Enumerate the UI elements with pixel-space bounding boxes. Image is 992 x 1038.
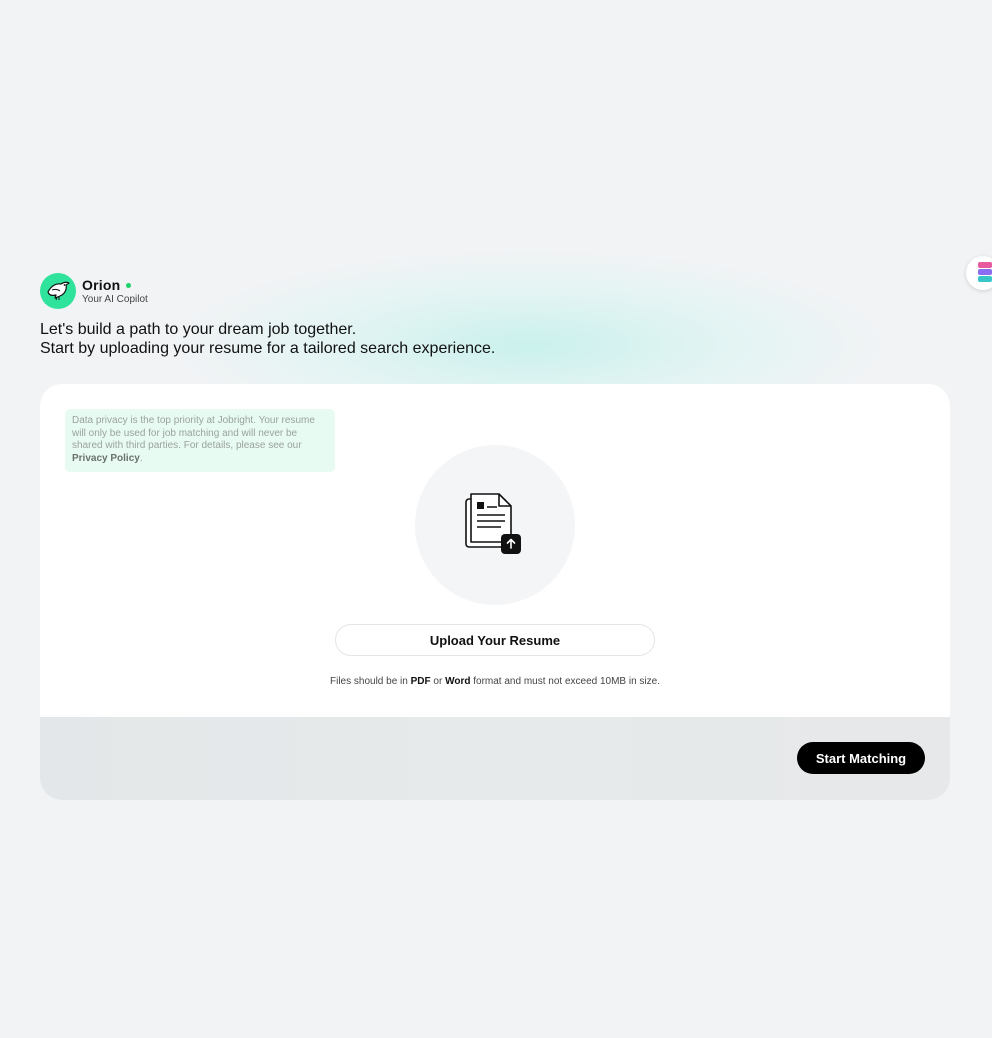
bird-logo-icon	[43, 274, 73, 309]
privacy-text: Data privacy is the top priority at Jobr…	[72, 415, 315, 451]
online-status-dot	[126, 282, 132, 288]
upload-card: Data privacy is the top priority at Jobr…	[40, 384, 950, 800]
card-footer: Start Matching	[40, 717, 950, 800]
intro-line-2: Start by uploading your resume for a tai…	[40, 340, 496, 357]
assistant-name: Orion	[82, 277, 121, 293]
privacy-policy-link[interactable]: Privacy Policy	[72, 453, 140, 464]
orion-avatar	[40, 273, 76, 309]
privacy-notice: Data privacy is the top priority at Jobr…	[65, 409, 335, 472]
format-pdf: PDF	[410, 676, 431, 687]
privacy-trailing: .	[139, 452, 143, 464]
upload-resume-button[interactable]: Upload Your Resume	[335, 624, 655, 656]
resume-upload-icon	[463, 490, 527, 561]
note-suffix: format and must not exceed 10MB in size.	[473, 676, 660, 687]
start-matching-button[interactable]: Start Matching	[797, 742, 925, 774]
upload-dropzone[interactable]	[415, 445, 575, 605]
note-prefix: Files should be in	[330, 676, 408, 687]
file-requirements-note: Files should be in PDF or Word format an…	[40, 676, 950, 687]
intro-message: Let's build a path to your dream job tog…	[40, 320, 495, 358]
intro-line-1: Let's build a path to your dream job tog…	[40, 321, 357, 338]
extension-widget-icon[interactable]	[966, 256, 992, 290]
assistant-header: Orion Your AI Copilot	[40, 273, 148, 309]
assistant-subtitle: Your AI Copilot	[82, 294, 148, 305]
note-or: or	[433, 676, 443, 687]
format-word: Word	[445, 676, 471, 687]
